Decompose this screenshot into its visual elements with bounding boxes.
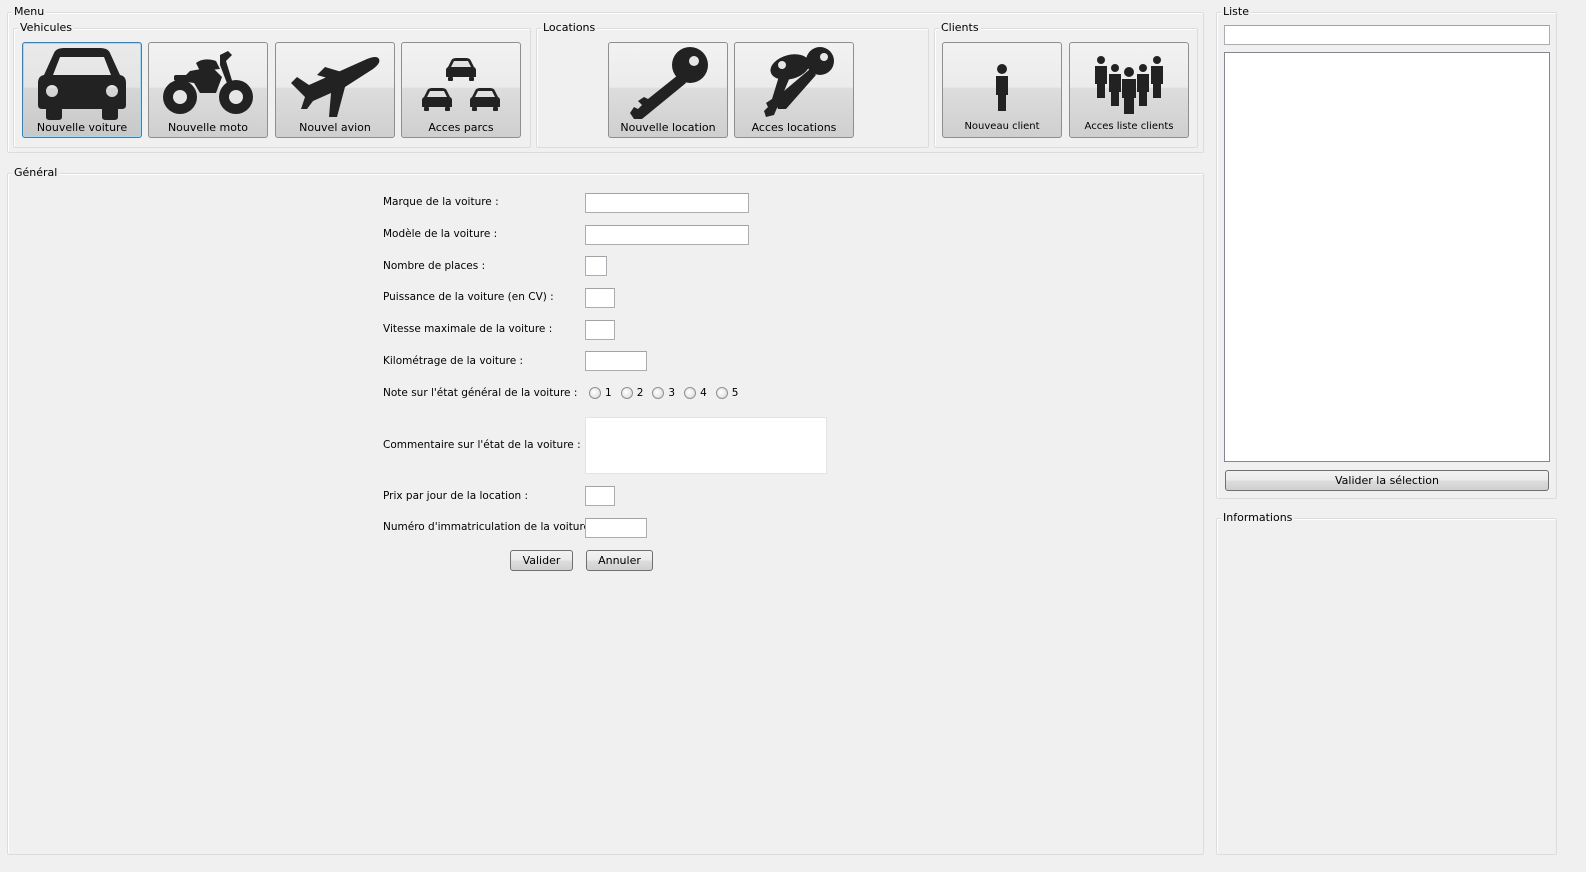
places-label: Nombre de places : (383, 260, 486, 272)
puissance-label: Puissance de la voiture (en CV) : (383, 291, 554, 303)
liste-group-title: Liste (1221, 5, 1251, 19)
nouvelle-location-label: Nouvelle location (620, 121, 716, 134)
marque-input[interactable] (585, 193, 749, 213)
general-group-title: Général (12, 166, 60, 180)
informations-group-title: Informations (1221, 511, 1295, 525)
note-radio-label: 4 (700, 387, 707, 399)
note-radio-2[interactable]: 2 (620, 387, 644, 399)
locations-group: Locations (536, 21, 929, 148)
people-group-icon (1070, 47, 1188, 119)
modele-input[interactable] (585, 225, 749, 245)
vitesse-label: Vitesse maximale de la voiture : (383, 323, 553, 335)
nouveau-client-label: Nouveau client (964, 121, 1040, 132)
note-radio-4[interactable]: 4 (684, 387, 707, 399)
locations-group-title: Locations (541, 21, 598, 35)
radio-circle[interactable] (589, 387, 601, 399)
kilometrage-label: Kilométrage de la voiture : (383, 355, 524, 367)
commentaire-label: Commentaire sur l'état de la voiture : (383, 439, 581, 451)
clients-group-title: Clients (939, 21, 981, 35)
airplane-icon (276, 47, 394, 119)
nouvel-avion-button[interactable]: Nouvel avion (275, 42, 395, 138)
immatriculation-input[interactable] (585, 518, 647, 538)
kilometrage-input[interactable] (585, 351, 647, 371)
note-radio-label: 5 (731, 387, 739, 399)
parking-cars-icon (402, 47, 520, 119)
valider-button[interactable]: Valider (510, 550, 573, 571)
note-radio-5[interactable]: 5 (715, 387, 739, 399)
nouvelle-moto-label: Nouvelle moto (167, 121, 249, 134)
nouvelle-voiture-label: Nouvelle voiture (36, 121, 128, 134)
modele-label: Modèle de la voiture : (383, 228, 498, 240)
nouvelle-voiture-button[interactable]: Nouvelle voiture (22, 42, 142, 138)
informations-group: Informations (1216, 511, 1557, 855)
immatriculation-label: Numéro d'immatriculation de la voiture : (383, 521, 597, 533)
places-input[interactable] (585, 256, 607, 276)
note-radio-1[interactable]: 1 (589, 387, 612, 399)
person-icon (943, 47, 1061, 119)
vitesse-input[interactable] (585, 320, 615, 340)
liste-search-input[interactable] (1224, 25, 1550, 45)
puissance-input[interactable] (585, 288, 615, 308)
acces-liste-clients-label: Acces liste clients (1084, 121, 1174, 132)
marque-label: Marque de la voiture : (383, 196, 499, 208)
commentaire-textarea[interactable] (585, 417, 827, 474)
nouvelle-moto-button[interactable]: Nouvelle moto (148, 42, 268, 138)
motorcycle-icon (149, 47, 267, 119)
note-radio-label: 1 (605, 387, 612, 399)
acces-parcs-button[interactable]: Acces parcs (401, 42, 521, 138)
liste-list-view[interactable] (1224, 52, 1550, 462)
car-icon (23, 47, 141, 120)
radio-circle[interactable] (620, 387, 633, 399)
acces-locations-label: Acces locations (751, 121, 837, 134)
nouvel-avion-label: Nouvel avion (299, 121, 371, 134)
prix-input[interactable] (585, 486, 615, 506)
note-label: Note sur l'état général de la voiture : (383, 387, 578, 399)
vehicules-group-title: Vehicules (18, 21, 75, 35)
annuler-button[interactable]: Annuler (586, 550, 653, 571)
note-radio-3[interactable]: 3 (652, 387, 675, 399)
valider-selection-button[interactable]: Valider la sélection (1225, 470, 1549, 491)
note-radio-label: 3 (668, 387, 676, 399)
keys-icon (735, 47, 853, 119)
prix-label: Prix par jour de la location : (383, 490, 529, 502)
acces-parcs-label: Acces parcs (428, 121, 494, 134)
radio-circle[interactable] (715, 387, 728, 399)
radio-circle[interactable] (652, 387, 665, 399)
key-icon (609, 47, 727, 119)
menu-group-title: Menu (12, 5, 47, 19)
note-radio-group: 1 2 3 4 5 (589, 387, 747, 399)
acces-liste-clients-button[interactable]: Acces liste clients (1069, 42, 1189, 138)
nouveau-client-button[interactable]: Nouveau client (942, 42, 1062, 138)
acces-locations-button[interactable]: Acces locations (734, 42, 854, 138)
note-radio-label: 2 (636, 387, 644, 399)
nouvelle-location-button[interactable]: Nouvelle location (608, 42, 728, 138)
radio-circle[interactable] (684, 387, 697, 399)
